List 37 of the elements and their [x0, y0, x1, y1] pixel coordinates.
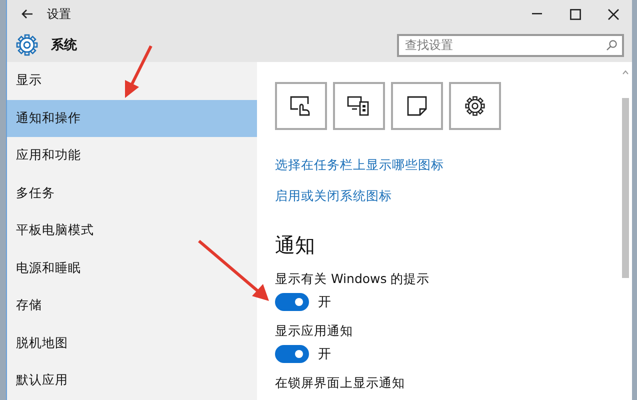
- search-field[interactable]: 查找设置: [397, 34, 624, 56]
- toggle-switch[interactable]: [275, 345, 309, 363]
- quick-action-tile[interactable]: [333, 82, 385, 130]
- annotation-arrow: [125, 45, 152, 98]
- window-title: 设置: [47, 6, 72, 22]
- toggle-switch[interactable]: [275, 293, 309, 311]
- quick-action-tile[interactable]: [275, 82, 327, 130]
- quick-action-tile[interactable]: [391, 82, 443, 130]
- back-arrow-icon: [21, 8, 33, 18]
- sidebar-item[interactable]: 显示: [7, 62, 257, 100]
- close-icon: [608, 8, 618, 20]
- annotation-arrow: [198, 240, 269, 301]
- settings-icon: [464, 95, 486, 117]
- sticky-note-icon: [407, 96, 427, 116]
- sidebar-item[interactable]: 默认应用: [7, 362, 257, 400]
- sidebar-item[interactable]: 脱机地图: [7, 324, 257, 362]
- sidebar-item[interactable]: 通知和操作: [7, 100, 257, 137]
- page-title: 系统: [51, 36, 78, 54]
- sidebar-item[interactable]: 存储: [7, 287, 257, 324]
- minimize-icon: [532, 13, 542, 15]
- section-heading: 通知: [275, 232, 316, 259]
- setting-label: 在锁屏界面上显示通知: [275, 375, 405, 392]
- toggle-state: 开: [318, 346, 331, 363]
- search-icon: [606, 40, 617, 50]
- sidebar-item[interactable]: 电源和睡眠: [7, 250, 257, 287]
- quick-action-tile[interactable]: [449, 82, 501, 130]
- settings-link[interactable]: 选择在任务栏上显示哪些图标: [275, 157, 444, 174]
- settings-link[interactable]: 启用或关闭系统图标: [275, 188, 392, 205]
- sidebar-item[interactable]: 多任务: [7, 174, 257, 212]
- sidebar-item[interactable]: 应用和功能: [7, 137, 257, 174]
- maximize-icon: [570, 8, 580, 20]
- toggle-state: 开: [318, 294, 331, 311]
- sidebar-item[interactable]: 平板电脑模式: [7, 212, 257, 250]
- settings-icon: [15, 33, 39, 57]
- setting-label: 显示应用通知: [275, 323, 353, 340]
- monitor-phone-icon: [347, 95, 371, 117]
- setting-label: 显示有关 Windows 的提示: [275, 271, 430, 288]
